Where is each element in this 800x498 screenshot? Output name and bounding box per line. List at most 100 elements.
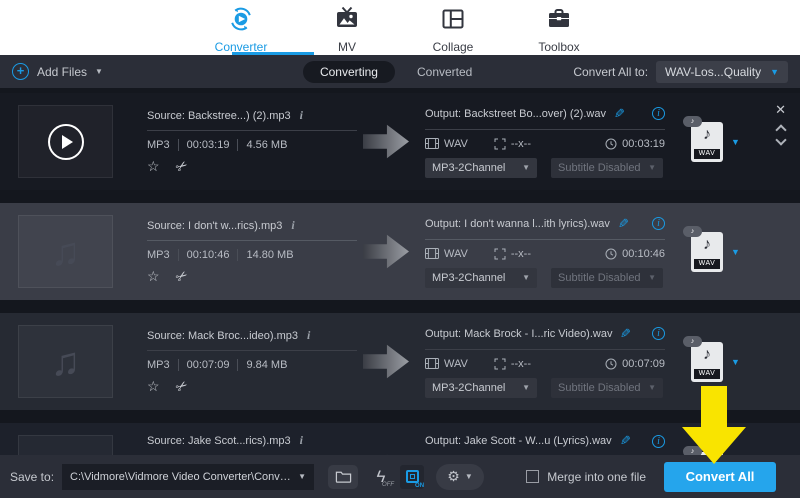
info-circle-icon[interactable]: i: [652, 327, 665, 340]
chevron-down-icon: ▼: [648, 273, 656, 282]
audio-track-value: MP3-2Channel: [432, 162, 505, 174]
file-row-4: ♫ Source: Jake Scot...rics).mp3 i Output…: [0, 423, 800, 455]
info-icon[interactable]: i: [300, 108, 303, 123]
edit-pencil-icon[interactable]: ✎: [618, 216, 629, 232]
close-icon[interactable]: ✕: [775, 103, 786, 116]
hardware-acceleration-button[interactable]: ON: [400, 465, 424, 489]
output-duration: 00:10:46: [622, 248, 665, 260]
save-path-value: C:\Vidmore\Vidmore Video Converter\Conve…: [70, 471, 292, 483]
info-icon[interactable]: i: [291, 218, 294, 233]
cut-scissors-icon[interactable]: ✂: [172, 266, 191, 287]
file-thumbnail-audio[interactable]: ♫: [18, 325, 113, 398]
tab-toolbox-label: Toolbox: [538, 40, 579, 54]
source-format: MP3: [147, 249, 170, 261]
merge-checkbox[interactable]: [526, 470, 539, 483]
output-duration: 00:03:19: [622, 138, 665, 150]
clock-icon: [605, 248, 617, 260]
chevron-down-icon: ▼: [522, 273, 530, 282]
info-icon[interactable]: i: [300, 433, 303, 448]
edit-pencil-icon[interactable]: ✎: [620, 326, 631, 342]
source-size: 9.84 MB: [237, 359, 287, 371]
audio-track-dropdown[interactable]: MP3-2Channel ▼: [425, 378, 537, 398]
output-filetype-icon[interactable]: ♪ ♪ WAV: [691, 342, 723, 382]
play-icon[interactable]: [48, 124, 84, 160]
resolution-icon: [494, 248, 506, 260]
divider: [425, 129, 665, 130]
output-filetype-icon[interactable]: ♪ ♪ WAV: [691, 232, 723, 272]
convert-all-button[interactable]: Convert All: [664, 462, 776, 492]
top-navigation: Converter MV Collage: [0, 0, 800, 55]
tab-collage[interactable]: Collage: [417, 6, 489, 55]
source-format: MP3: [147, 139, 170, 151]
subtitle-dropdown[interactable]: Subtitle Disabled ▼: [551, 158, 663, 178]
list-toolbar: + Add Files ▼ Converting Converted Conve…: [0, 55, 800, 88]
info-circle-icon[interactable]: i: [652, 435, 665, 448]
divider: [147, 130, 357, 131]
music-note-icon: ♪: [703, 346, 711, 364]
filetype-label: WAV: [694, 149, 720, 159]
edit-star-icon[interactable]: ☆: [147, 158, 160, 175]
info-circle-icon[interactable]: i: [652, 217, 665, 230]
source-duration: 00:07:09: [178, 359, 230, 371]
edit-star-icon[interactable]: ☆: [147, 268, 160, 285]
output-format: WAV: [444, 248, 468, 260]
file-list: Source: Backstree...) (2).mp3 i MP300:03…: [0, 88, 800, 455]
format-chevron-down-icon[interactable]: ▼: [731, 247, 740, 257]
add-files-button[interactable]: + Add Files ▼: [12, 63, 103, 80]
source-format: MP3: [147, 359, 170, 371]
info-icon[interactable]: i: [307, 328, 310, 343]
output-format-dropdown[interactable]: WAV-Los...Quality ▼: [656, 61, 788, 83]
music-note-icon: ♪: [703, 126, 711, 144]
audio-track-dropdown[interactable]: MP3-2Channel ▼: [425, 158, 537, 178]
format-chevron-down-icon[interactable]: ▼: [731, 357, 740, 367]
chip-state-label: ON: [415, 483, 424, 489]
tab-toolbox[interactable]: Toolbox: [523, 6, 595, 55]
cut-scissors-icon[interactable]: ✂: [172, 376, 191, 397]
cut-scissors-icon[interactable]: ✂: [172, 156, 191, 177]
convert-arrow-icon: [363, 122, 409, 162]
subtitle-dropdown[interactable]: Subtitle Disabled ▼: [551, 378, 663, 398]
subtitle-dropdown[interactable]: Subtitle Disabled ▼: [551, 268, 663, 288]
tab-converted[interactable]: Converted: [417, 65, 472, 79]
file-thumbnail-audio[interactable]: ♫: [18, 215, 113, 288]
divider: [425, 239, 665, 240]
divider: [147, 240, 357, 241]
source-filename: Source: Mack Broc...ideo).mp3: [147, 330, 298, 342]
audio-badge-icon: ♪: [683, 446, 702, 456]
audio-track-value: MP3-2Channel: [432, 272, 505, 284]
save-path-dropdown[interactable]: C:\Vidmore\Vidmore Video Converter\Conve…: [62, 464, 314, 490]
format-chevron-down-icon[interactable]: ▼: [731, 137, 740, 147]
tab-converter[interactable]: Converter: [205, 6, 277, 55]
music-note-icon: ♫: [51, 232, 81, 272]
audio-badge-icon: ♪: [683, 226, 702, 237]
file-thumbnail-play[interactable]: [18, 105, 113, 178]
save-to-label: Save to:: [10, 470, 54, 484]
info-circle-icon[interactable]: i: [652, 107, 665, 120]
edit-pencil-icon[interactable]: ✎: [620, 433, 631, 449]
source-size: 4.56 MB: [237, 139, 287, 151]
output-format-value: WAV-Los...Quality: [665, 65, 761, 79]
output-format: WAV: [444, 358, 468, 370]
audio-track-dropdown[interactable]: MP3-2Channel ▼: [425, 268, 537, 288]
tab-mv[interactable]: MV: [311, 6, 383, 55]
file-thumbnail-audio[interactable]: ♫: [18, 435, 113, 455]
convert-arrow-icon: [363, 232, 409, 272]
mv-icon: [334, 6, 360, 37]
tab-converting[interactable]: Converting: [303, 61, 395, 83]
music-note-icon: ♫: [51, 342, 81, 382]
film-icon: [425, 138, 439, 149]
open-folder-button[interactable]: [328, 465, 358, 489]
output-filetype-icon[interactable]: ♪ ♪ WAV: [691, 122, 723, 162]
subtitle-value: Subtitle Disabled: [558, 272, 641, 284]
settings-button[interactable]: ⚙ ▼: [436, 464, 484, 490]
edit-star-icon[interactable]: ☆: [147, 378, 160, 395]
chevron-down-icon: ▼: [298, 472, 306, 481]
flash-toggle-button[interactable]: ϟ OFF: [370, 467, 392, 487]
output-resolution: --x--: [511, 138, 531, 150]
clock-icon: [605, 138, 617, 150]
edit-pencil-icon[interactable]: ✎: [614, 106, 625, 122]
divider: [425, 349, 665, 350]
output-filename: Output: Mack Brock - I...ric Video).wav: [425, 328, 612, 340]
tab-mv-label: MV: [338, 40, 356, 54]
chevron-down-icon[interactable]: [775, 134, 786, 145]
